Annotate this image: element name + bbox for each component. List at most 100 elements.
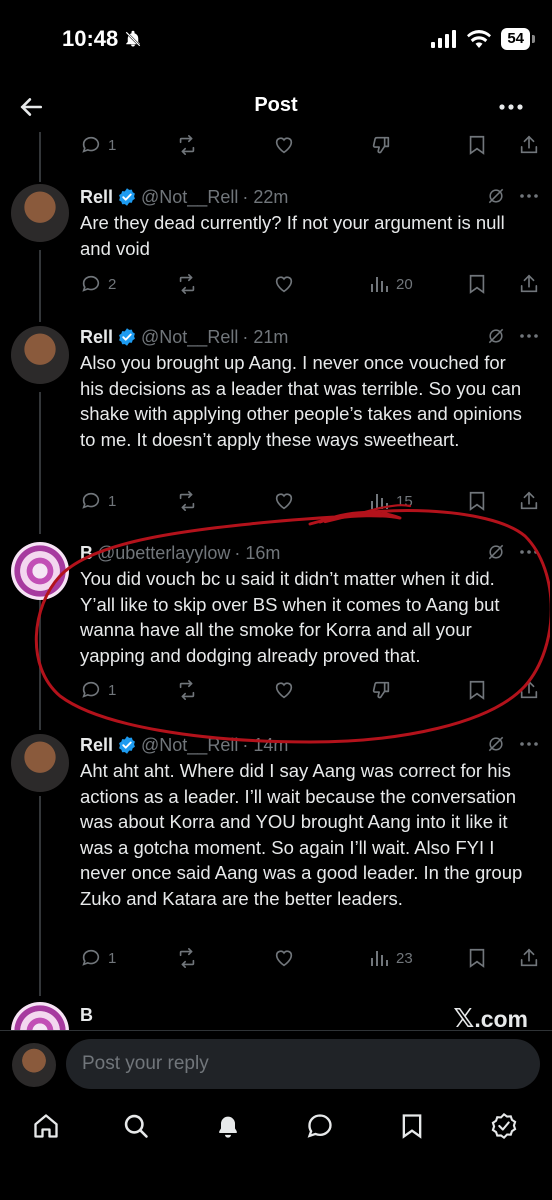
cellular-signal-icon bbox=[431, 30, 457, 48]
grok-icon[interactable] bbox=[486, 734, 506, 754]
share-icon bbox=[520, 135, 538, 154]
tweet-tools bbox=[486, 542, 538, 562]
share-button[interactable] bbox=[518, 944, 540, 972]
tweet-actions: 1 bbox=[80, 676, 540, 704]
grok-icon[interactable] bbox=[486, 542, 506, 562]
repost-button[interactable] bbox=[176, 487, 198, 515]
like-button[interactable] bbox=[273, 944, 295, 972]
repost-button[interactable] bbox=[176, 131, 198, 159]
share-icon bbox=[520, 491, 538, 510]
avatar[interactable] bbox=[11, 542, 69, 600]
like-button[interactable] bbox=[273, 131, 295, 159]
reply-count: 1 bbox=[108, 681, 117, 699]
reply-button[interactable]: 2 bbox=[80, 270, 116, 298]
status-indicators: 54 bbox=[431, 28, 535, 50]
more-icon[interactable] bbox=[520, 550, 538, 554]
view-count: 20 bbox=[396, 275, 413, 293]
repost-icon bbox=[179, 135, 195, 155]
like-icon bbox=[275, 950, 293, 967]
search-icon bbox=[124, 1114, 148, 1138]
views-button[interactable]: 23 bbox=[370, 944, 413, 972]
view-count: 23 bbox=[396, 949, 413, 967]
reply-count: 1 bbox=[108, 492, 117, 510]
reply-button[interactable]: 1 bbox=[80, 676, 116, 704]
post-time: · 16m bbox=[234, 542, 281, 563]
tweet[interactable]: B @ubetterlayylow · 16m You did vouch bc… bbox=[0, 540, 552, 710]
tab-verified[interactable] bbox=[488, 1110, 520, 1142]
more-icon[interactable] bbox=[520, 194, 538, 198]
display-name[interactable]: B bbox=[80, 1005, 93, 1026]
tab-messages[interactable] bbox=[304, 1110, 336, 1142]
avatar[interactable] bbox=[11, 1002, 69, 1030]
bookmark-button[interactable] bbox=[467, 487, 487, 515]
bookmarks-icon bbox=[402, 1114, 422, 1139]
tab-home[interactable] bbox=[30, 1110, 62, 1142]
bookmark-button[interactable] bbox=[467, 270, 487, 298]
repost-icon bbox=[179, 680, 195, 700]
downvote-button[interactable] bbox=[370, 676, 392, 704]
reply-icon bbox=[82, 681, 100, 698]
user-handle[interactable]: @ubetterlayylow bbox=[97, 543, 230, 564]
views-button[interactable]: 20 bbox=[370, 270, 413, 298]
avatar[interactable] bbox=[11, 326, 69, 384]
tab-bookmarks[interactable] bbox=[396, 1110, 428, 1142]
battery-indicator: 54 bbox=[501, 28, 535, 50]
watermark-domain: .com bbox=[474, 1005, 528, 1032]
tweet-header: Rell @Not__Rell · 14m bbox=[80, 732, 288, 758]
share-button[interactable] bbox=[518, 131, 540, 159]
user-handle[interactable]: @Not__Rell bbox=[141, 735, 238, 756]
repost-button[interactable] bbox=[176, 944, 198, 972]
display-name[interactable]: Rell bbox=[80, 327, 113, 348]
tweet-actions: 2 20 bbox=[80, 270, 540, 298]
share-button[interactable] bbox=[518, 487, 540, 515]
reply-icon bbox=[82, 275, 100, 292]
grok-icon[interactable] bbox=[486, 186, 506, 206]
display-name[interactable]: Rell bbox=[80, 187, 113, 208]
tab-notifications[interactable] bbox=[212, 1110, 244, 1142]
bookmark-button[interactable] bbox=[467, 131, 487, 159]
tab-search[interactable] bbox=[120, 1110, 152, 1142]
downvote-icon bbox=[372, 681, 390, 699]
verified-badge bbox=[117, 735, 137, 755]
like-button[interactable] bbox=[273, 676, 295, 704]
repost-icon bbox=[179, 491, 195, 511]
user-handle[interactable]: @Not__Rell bbox=[141, 187, 238, 208]
tweet-header: B bbox=[80, 1002, 93, 1028]
verified-badge bbox=[117, 187, 137, 207]
display-name[interactable]: B bbox=[80, 543, 93, 564]
avatar[interactable] bbox=[11, 734, 69, 792]
like-button[interactable] bbox=[273, 487, 295, 515]
like-button[interactable] bbox=[273, 270, 295, 298]
verified-orgs-icon bbox=[491, 1112, 517, 1140]
downvote-button[interactable] bbox=[370, 131, 392, 159]
post-time: · 21m bbox=[242, 326, 289, 347]
tweet-actions: 1 23 bbox=[80, 944, 540, 972]
grok-icon[interactable] bbox=[486, 326, 506, 346]
bookmark-button[interactable] bbox=[467, 944, 487, 972]
reply-avatar[interactable] bbox=[12, 1043, 56, 1087]
repost-button[interactable] bbox=[176, 676, 198, 704]
tweet[interactable]: Rell @Not__Rell · 22m Are they dead curr… bbox=[0, 184, 552, 304]
reply-button[interactable]: 1 bbox=[80, 944, 116, 972]
more-options-button[interactable] bbox=[498, 94, 524, 120]
bookmark-button[interactable] bbox=[467, 676, 487, 704]
more-icon[interactable] bbox=[520, 742, 538, 746]
display-name[interactable]: Rell bbox=[80, 735, 113, 756]
reply-button[interactable]: 1 bbox=[80, 131, 116, 159]
share-button[interactable] bbox=[518, 270, 540, 298]
avatar[interactable] bbox=[11, 184, 69, 242]
tweet[interactable]: Rell @Not__Rell · 14m Aht aht aht. Where… bbox=[0, 732, 552, 982]
bookmark-icon bbox=[469, 680, 485, 700]
tweet[interactable]: Rell @Not__Rell · 21m Also you brought u… bbox=[0, 324, 552, 519]
user-handle[interactable]: @Not__Rell bbox=[141, 327, 238, 348]
reply-icon bbox=[82, 949, 100, 966]
reply-input[interactable]: Post your reply bbox=[66, 1039, 540, 1089]
more-icon bbox=[499, 104, 523, 110]
more-icon[interactable] bbox=[520, 334, 538, 338]
repost-button[interactable] bbox=[176, 270, 198, 298]
reply-button[interactable]: 1 bbox=[80, 487, 116, 515]
views-button[interactable]: 15 bbox=[370, 487, 413, 515]
share-button[interactable] bbox=[518, 676, 540, 704]
post-header: Post bbox=[0, 80, 552, 132]
like-icon bbox=[275, 276, 293, 293]
